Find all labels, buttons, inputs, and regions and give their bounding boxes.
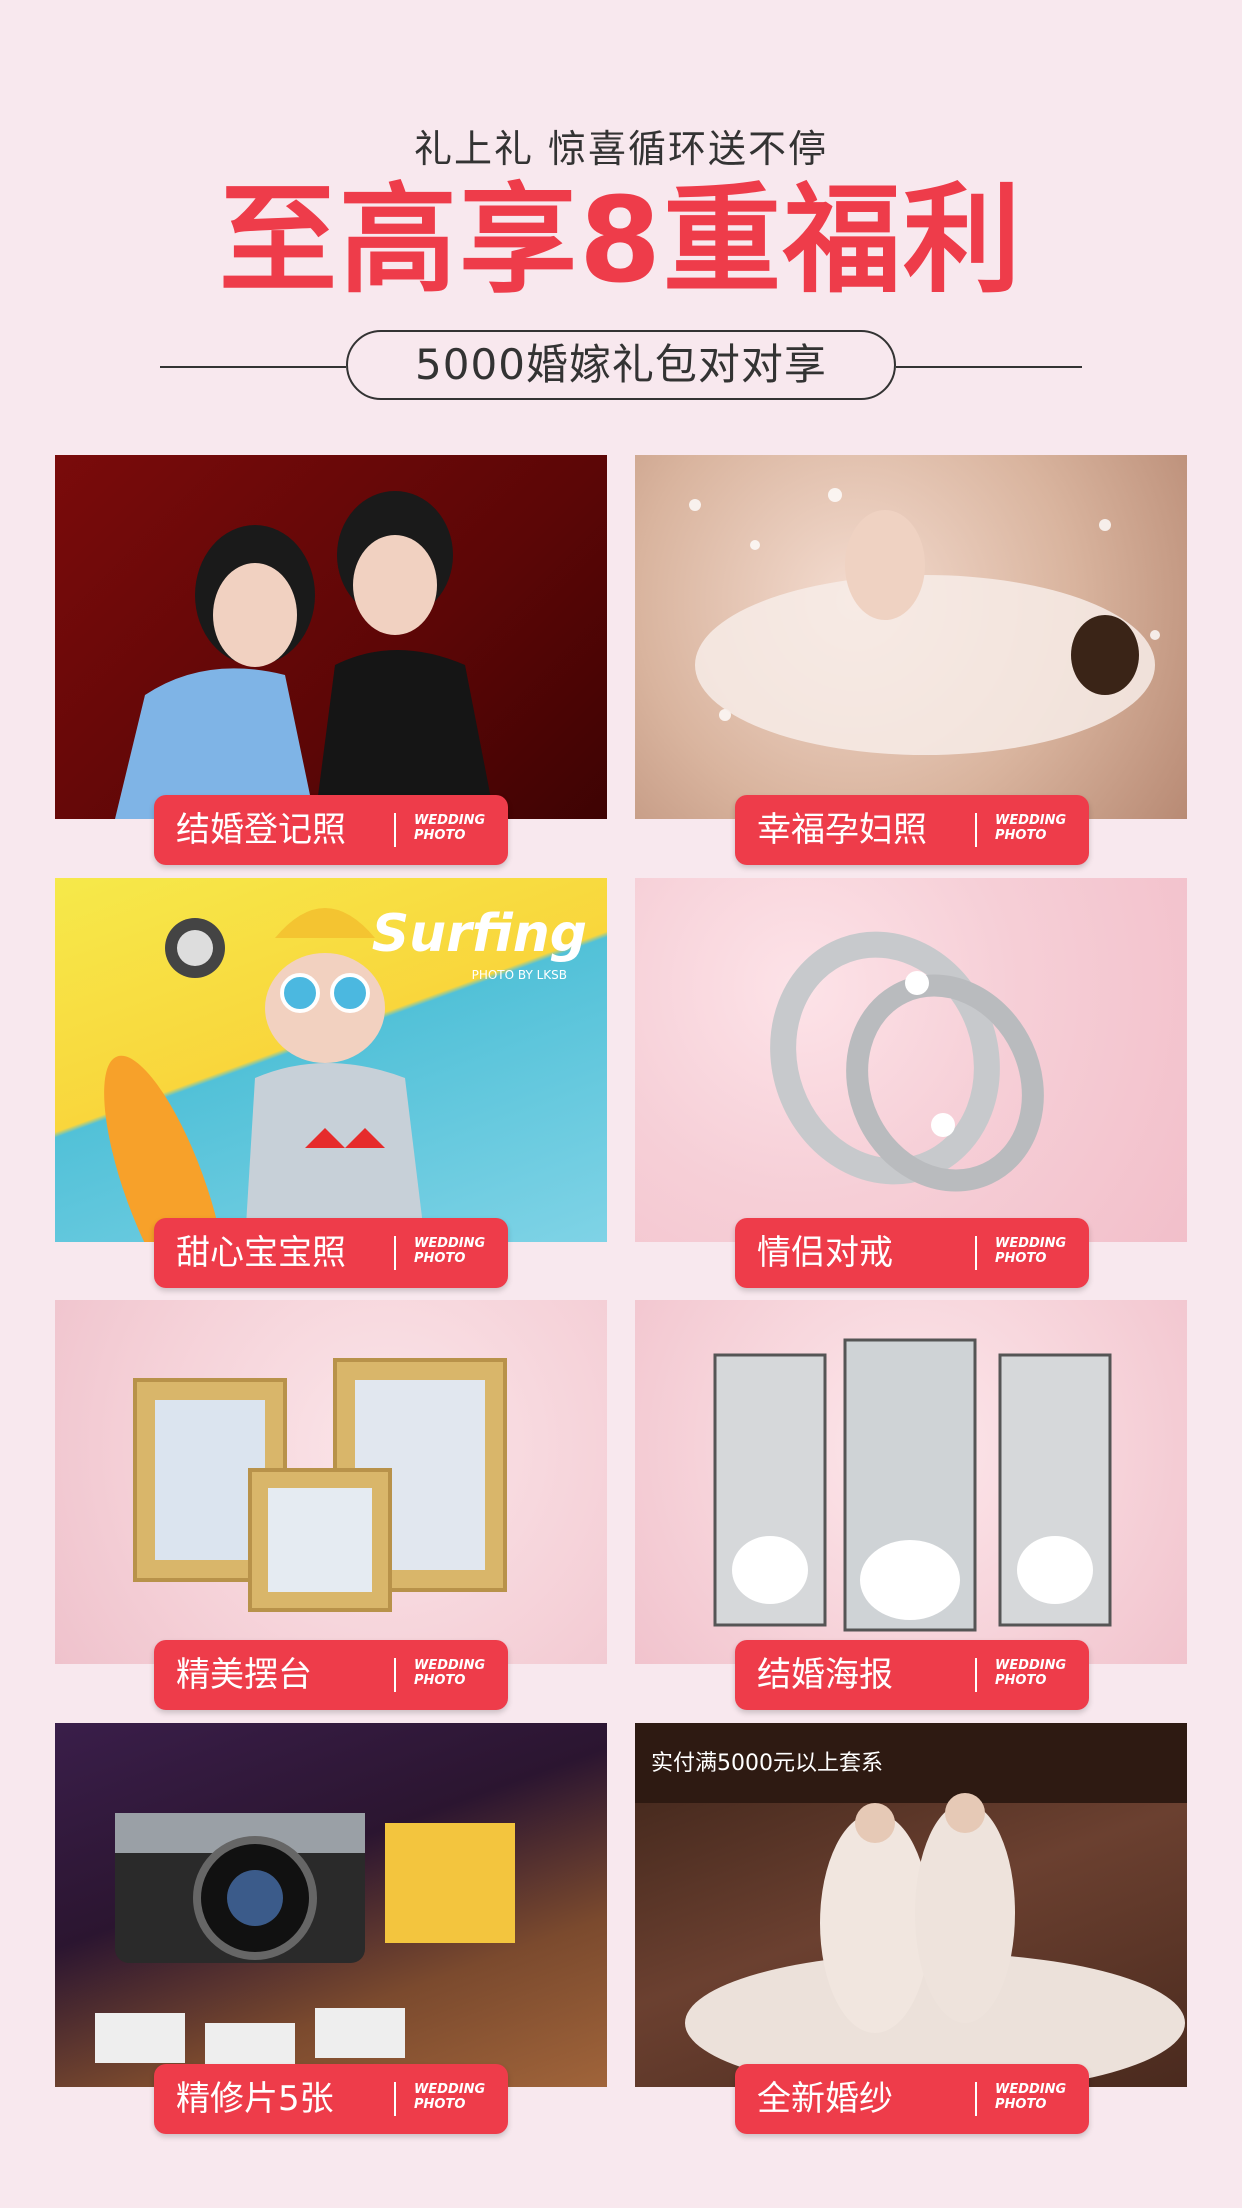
subtitle: 礼上礼 惊喜循环送不停 — [413, 127, 829, 171]
card-photo-frames[interactable] — [55, 1300, 607, 1664]
card-label[interactable]: 甜心宝宝照 WEDDING PHOTO — [154, 1218, 508, 1288]
label-divider — [975, 813, 977, 847]
card-title: 甜心宝宝照 — [176, 1233, 346, 1273]
card-label[interactable]: 全新婚纱 WEDDING PHOTO — [735, 2064, 1089, 2134]
label-divider — [394, 2082, 396, 2116]
divider-left — [160, 366, 346, 368]
camera-image — [95, 1813, 515, 2073]
couple-photo-image — [115, 491, 495, 819]
card-label[interactable]: 幸福孕妇照 WEDDING PHOTO — [735, 795, 1089, 865]
wedding-photo-tag: WEDDING PHOTO — [414, 1236, 486, 1266]
card-title: 精美摆台 — [176, 1655, 312, 1695]
posters-image — [713, 1338, 1112, 1632]
card-label[interactable]: 精美摆台 WEDDING PHOTO — [154, 1640, 508, 1710]
rings-image — [770, 931, 1044, 1192]
card-label[interactable]: 结婚登记照 WEDDING PHOTO — [154, 795, 508, 865]
wedding-photo-tag: WEDDING PHOTO — [995, 813, 1067, 843]
card-registration-photo[interactable] — [55, 455, 607, 819]
card-title: 幸福孕妇照 — [757, 810, 927, 850]
card-baby-photo[interactable]: Surfing PHOTO BY LKSB — [55, 878, 607, 1242]
headline: 至高享8重福利 — [218, 171, 1024, 309]
promo-text: 实付满5000元以上套系 — [651, 1751, 883, 1776]
card-title: 结婚海报 — [757, 1655, 893, 1695]
frames-image — [133, 1358, 507, 1612]
wedding-photo-tag: WEDDING PHOTO — [995, 1236, 1067, 1266]
card-maternity-photo[interactable] — [635, 455, 1187, 819]
label-divider — [394, 1658, 396, 1692]
card-title: 全新婚纱 — [757, 2079, 893, 2119]
photo-credit: PHOTO BY LKSB — [471, 968, 567, 982]
card-wedding-posters[interactable] — [635, 1300, 1187, 1664]
card-title: 情侣对戒 — [757, 1233, 893, 1273]
card-title: 结婚登记照 — [176, 810, 346, 850]
wedding-photo-tag: WEDDING PHOTO — [995, 2082, 1067, 2112]
pill-text: 5000婚嫁礼包对对享 — [346, 330, 896, 400]
wedding-photo-tag: WEDDING PHOTO — [414, 1658, 486, 1688]
dresses-image — [635, 1723, 1187, 2087]
pill-banner: 5000婚嫁礼包对对享 — [160, 330, 1082, 404]
card-wedding-dress[interactable]: 实付满5000元以上套系 — [635, 1723, 1187, 2087]
surfing-text: Surfing — [371, 904, 587, 964]
wedding-photo-tag: WEDDING PHOTO — [995, 1658, 1067, 1688]
card-label[interactable]: 结婚海报 WEDDING PHOTO — [735, 1640, 1089, 1710]
card-couple-rings[interactable] — [635, 878, 1187, 1242]
card-title: 精修片5张 — [176, 2079, 334, 2119]
header: 礼上礼 惊喜循环送不停 至高享8重福利 5000婚嫁礼包对对享 — [0, 0, 1242, 420]
label-divider — [975, 1658, 977, 1692]
card-retouched-photos[interactable] — [55, 1723, 607, 2087]
wedding-photo-tag: WEDDING PHOTO — [414, 813, 486, 843]
wedding-photo-tag: WEDDING PHOTO — [414, 2082, 486, 2112]
label-divider — [975, 2082, 977, 2116]
label-divider — [394, 1236, 396, 1270]
card-label[interactable]: 情侣对戒 WEDDING PHOTO — [735, 1218, 1089, 1288]
divider-right — [896, 366, 1082, 368]
label-divider — [975, 1236, 977, 1270]
card-label[interactable]: 精修片5张 WEDDING PHOTO — [154, 2064, 508, 2134]
maternity-photo-image — [689, 488, 1160, 755]
label-divider — [394, 813, 396, 847]
